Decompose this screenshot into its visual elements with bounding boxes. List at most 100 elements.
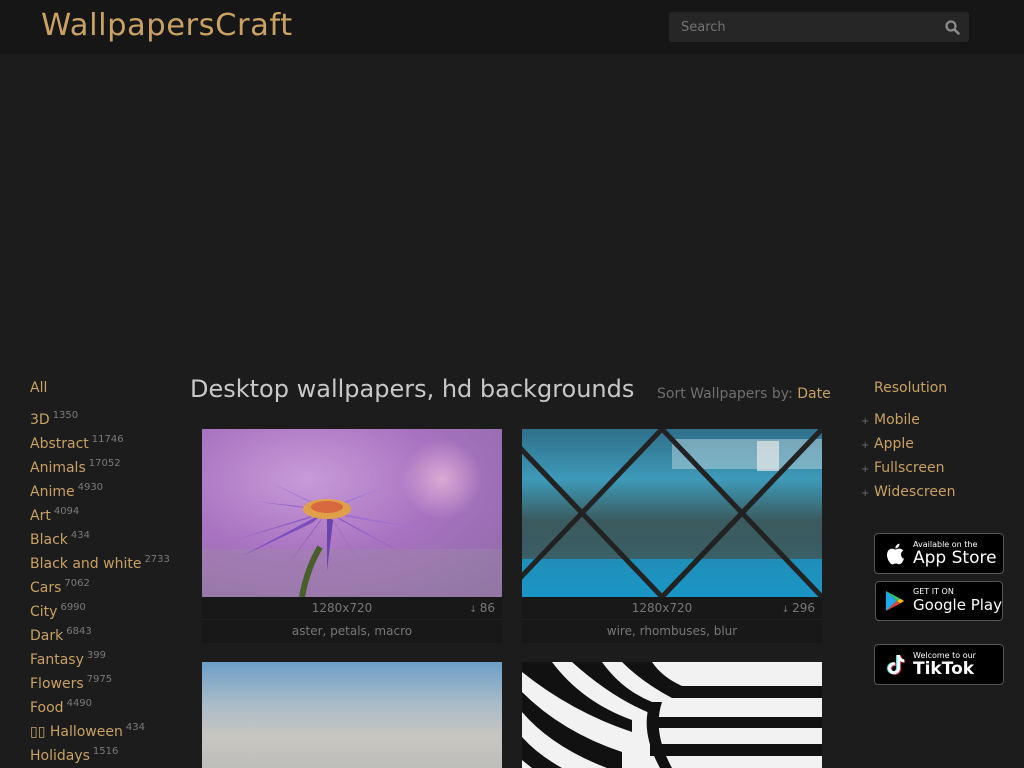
category-count: 4490 bbox=[66, 698, 93, 710]
category-item[interactable]: Abstract 11746 bbox=[30, 432, 180, 456]
sort-label: Sort Wallpapers by: bbox=[657, 386, 793, 402]
category-count: 7062 bbox=[64, 578, 90, 590]
category-count: 7975 bbox=[86, 674, 113, 686]
tiktok-icon bbox=[887, 654, 905, 675]
category-label: Dark bbox=[30, 628, 64, 644]
category-item[interactable]: Black and white 2733 bbox=[30, 552, 180, 576]
wallpaper-thumbnail-sky[interactable] bbox=[202, 662, 502, 768]
category-count: 6843 bbox=[66, 626, 92, 638]
wallpaper-meta: 1280x720 ↓ 86 bbox=[202, 597, 502, 619]
site-header: WallpapersCraft bbox=[0, 0, 1024, 54]
wallpaper-thumbnail-stripes[interactable] bbox=[522, 662, 822, 768]
resolution-item-apple[interactable]: + Apple bbox=[861, 432, 1011, 456]
google-play-big: Google Play bbox=[913, 596, 1002, 614]
wallpaper-card[interactable] bbox=[202, 662, 502, 768]
plus-icon: + bbox=[861, 416, 870, 427]
resolution-item-fullscreen[interactable]: + Fullscreen bbox=[861, 456, 1011, 480]
resolution-item-label: Widescreen bbox=[874, 484, 956, 500]
google-play-badge[interactable]: GET IT ON Google Play bbox=[875, 581, 1003, 621]
site-logo[interactable]: WallpapersCraft bbox=[41, 8, 293, 44]
wallpaper-card[interactable]: 1280x720 ↓ 86 aster, petals, macro bbox=[202, 429, 502, 643]
category-count: 399 bbox=[86, 650, 106, 662]
category-count: 1350 bbox=[52, 410, 79, 422]
download-icon: ↓ bbox=[781, 605, 793, 615]
tiktok-text: Welcome to our TikTok bbox=[913, 651, 976, 679]
category-item[interactable]: Fantasy 399 bbox=[30, 648, 180, 672]
download-icon: ↓ bbox=[469, 605, 480, 615]
category-label: Flowers bbox=[30, 676, 84, 692]
wallpaper-thumbnail-wire[interactable] bbox=[522, 429, 822, 597]
wallpaper-meta: 1280x720 ↓ 296 bbox=[522, 597, 822, 619]
category-item[interactable]: City 6990 bbox=[30, 600, 180, 624]
category-all[interactable]: All bbox=[30, 378, 180, 398]
category-item[interactable]: Food 4490 bbox=[30, 696, 180, 720]
plus-icon: + bbox=[861, 440, 870, 451]
apple-icon bbox=[886, 543, 904, 564]
wallpaper-downloads: ↓ 86 bbox=[469, 597, 495, 621]
google-play-small: GET IT ON bbox=[913, 587, 954, 596]
category-count: 434 bbox=[125, 722, 145, 734]
category-label: Cars bbox=[30, 580, 62, 596]
category-count: 4930 bbox=[77, 482, 104, 494]
page-title: Desktop wallpapers, hd backgrounds bbox=[190, 375, 635, 403]
wallpaper-thumbnail-aster[interactable] bbox=[202, 429, 502, 597]
category-list: 3D 1350 Abstract 11746 Animals 17052 Anime 4930… bbox=[30, 408, 180, 768]
resolution-title[interactable]: Resolution bbox=[874, 378, 1011, 398]
resolution-sidebar: Resolution + Mobile + Apple + Fullscreen + W… bbox=[861, 378, 1011, 504]
app-store-text: Available on the App Store bbox=[913, 540, 997, 568]
wallpaper-card[interactable]: 1280x720 ↓ 296 wire, rhombuses, blur bbox=[522, 429, 822, 643]
category-count: 17052 bbox=[88, 458, 121, 470]
category-count: 2733 bbox=[144, 554, 170, 566]
category-count: 6990 bbox=[60, 602, 86, 614]
search-button[interactable] bbox=[935, 12, 969, 42]
category-item[interactable]: Black 434 bbox=[30, 528, 180, 552]
category-label: Abstract bbox=[30, 436, 89, 452]
category-label: Animals bbox=[30, 460, 86, 476]
category-item[interactable]: Cars 7062 bbox=[30, 576, 180, 600]
tiktok-badge[interactable]: Welcome to our TikTok bbox=[874, 644, 1004, 685]
category-item[interactable]: 3D 1350 bbox=[30, 408, 180, 432]
search-input[interactable] bbox=[669, 12, 935, 42]
app-store-big: App Store bbox=[913, 547, 997, 568]
category-label: City bbox=[30, 604, 58, 620]
category-label: 3D bbox=[30, 412, 50, 428]
category-count: 1516 bbox=[92, 746, 119, 758]
resolution-item-label: Fullscreen bbox=[874, 460, 945, 476]
category-label: Holidays bbox=[30, 748, 90, 764]
category-item[interactable]: Anime 4930 bbox=[30, 480, 180, 504]
category-label: Fantasy bbox=[30, 652, 84, 668]
category-label: Black bbox=[30, 532, 68, 548]
category-item[interactable]: Flowers 7975 bbox=[30, 672, 180, 696]
resolution-item-mobile[interactable]: + Mobile bbox=[861, 408, 1011, 432]
category-count: 4094 bbox=[53, 506, 80, 518]
google-play-icon bbox=[885, 590, 905, 612]
category-label: Food bbox=[30, 700, 64, 716]
category-label: Art bbox=[30, 508, 51, 524]
download-count: 296 bbox=[792, 601, 815, 615]
app-store-badge[interactable]: Available on the App Store bbox=[874, 533, 1004, 574]
download-count: 86 bbox=[479, 601, 495, 615]
sort-date-link[interactable]: Date bbox=[797, 386, 830, 402]
category-label: Anime bbox=[30, 484, 75, 500]
tiktok-big: TikTok bbox=[913, 658, 975, 679]
category-item[interactable]: Art 4094 bbox=[30, 504, 180, 528]
wallpaper-resolution: 1280x720 bbox=[631, 601, 693, 615]
category-count: 434 bbox=[70, 530, 90, 542]
ad-placeholder bbox=[0, 55, 1024, 365]
wallpaper-tags[interactable]: wire, rhombuses, blur bbox=[522, 619, 822, 643]
category-item[interactable]: Animals 17052 bbox=[30, 456, 180, 480]
google-play-text: GET IT ON Google Play bbox=[913, 587, 1002, 615]
wallpaper-card[interactable] bbox=[522, 662, 822, 768]
sort-control: Sort Wallpapers by: Date bbox=[657, 386, 831, 402]
category-item[interactable]: ▯▯ Halloween 434 bbox=[30, 720, 180, 744]
category-label: Black and white bbox=[30, 556, 142, 572]
wallpaper-tags[interactable]: aster, petals, macro bbox=[202, 619, 502, 643]
category-item[interactable]: Holidays 1516 bbox=[30, 744, 180, 768]
category-item[interactable]: Dark 6843 bbox=[30, 624, 180, 648]
category-count: 11746 bbox=[91, 434, 124, 446]
wallpaper-resolution: 1280x720 bbox=[311, 601, 373, 615]
resolution-item-label: Apple bbox=[874, 436, 914, 452]
resolution-item-widescreen[interactable]: + Widescreen bbox=[861, 480, 1011, 504]
category-label: ▯▯ Halloween bbox=[30, 724, 123, 740]
wallpaper-downloads: ↓ 296 bbox=[782, 597, 815, 621]
